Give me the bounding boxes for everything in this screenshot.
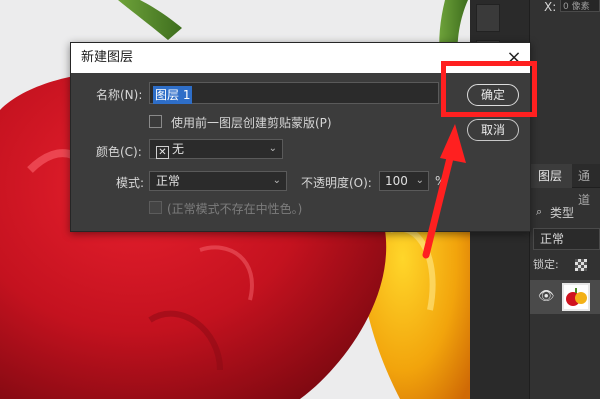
- annotation-arrow: [422, 124, 466, 259]
